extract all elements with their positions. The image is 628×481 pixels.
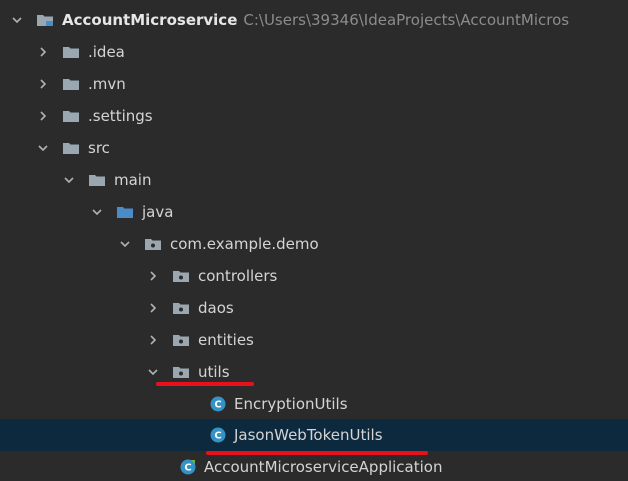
tree-row-settings[interactable]: .settings	[0, 100, 628, 132]
tree-label: .idea	[88, 43, 125, 61]
spring-boot-class-icon: C	[180, 459, 196, 475]
chevron-right-icon[interactable]	[146, 269, 160, 283]
tree-label: EncryptionUtils	[234, 395, 348, 413]
highlight-underline-jason-web-token-utils	[206, 451, 428, 455]
tree-row-jason-web-token-utils[interactable]: C JasonWebTokenUtils	[0, 419, 628, 451]
package-folder-icon	[173, 367, 189, 378]
tree-row-daos[interactable]: daos	[0, 292, 628, 324]
tree-row-entities[interactable]: entities	[0, 324, 628, 356]
package-folder-icon	[173, 303, 189, 314]
tree-label: JasonWebTokenUtils	[234, 426, 383, 444]
tree-label: com.example.demo	[170, 235, 319, 253]
tree-label: .settings	[88, 107, 153, 125]
svg-text:C: C	[214, 400, 221, 411]
tree-row-src[interactable]: src	[0, 132, 628, 164]
project-name: AccountMicroservice	[62, 11, 238, 29]
svg-text:C: C	[184, 463, 191, 474]
source-folder-icon	[117, 207, 133, 218]
folder-icon	[89, 175, 105, 186]
tree-row-main[interactable]: main	[0, 164, 628, 196]
highlight-underline-utils	[156, 382, 254, 386]
chevron-right-icon[interactable]	[36, 45, 50, 59]
chevron-right-icon[interactable]	[146, 301, 160, 315]
package-folder-icon	[145, 239, 161, 250]
tree-label: controllers	[198, 267, 278, 285]
tree-row-idea[interactable]: .idea	[0, 36, 628, 68]
project-tree: AccountMicroservice C:\Users\39346\IdeaP…	[0, 0, 628, 481]
chevron-down-icon[interactable]	[10, 13, 24, 27]
tree-row-application[interactable]: C AccountMicroserviceApplication	[0, 451, 628, 481]
chevron-right-icon[interactable]	[146, 333, 160, 347]
tree-label: .mvn	[88, 75, 126, 93]
tree-row-java[interactable]: java	[0, 196, 628, 228]
tree-row-encryption-utils[interactable]: C EncryptionUtils	[0, 388, 628, 420]
module-folder-icon	[37, 15, 53, 26]
chevron-down-icon[interactable]	[118, 237, 132, 251]
tree-row-utils[interactable]: utils	[0, 356, 628, 388]
chevron-right-icon[interactable]	[36, 77, 50, 91]
class-icon: C	[210, 427, 226, 443]
folder-icon	[63, 79, 79, 90]
tree-label: src	[88, 139, 110, 157]
tree-row-package[interactable]: com.example.demo	[0, 228, 628, 260]
package-folder-icon	[173, 271, 189, 282]
tree-label: utils	[198, 363, 230, 381]
folder-icon	[63, 47, 79, 58]
chevron-down-icon[interactable]	[146, 365, 160, 379]
tree-label: entities	[198, 331, 254, 349]
tree-label: java	[142, 203, 174, 221]
folder-icon	[63, 143, 79, 154]
chevron-down-icon[interactable]	[62, 173, 76, 187]
project-path: C:\Users\39346\IdeaProjects\AccountMicro…	[243, 11, 570, 29]
tree-row-project-root[interactable]: AccountMicroservice C:\Users\39346\IdeaP…	[0, 4, 628, 36]
package-folder-icon	[173, 335, 189, 346]
folder-icon	[63, 111, 79, 122]
chevron-down-icon[interactable]	[36, 141, 50, 155]
tree-label: main	[114, 171, 152, 189]
chevron-down-icon[interactable]	[90, 205, 104, 219]
tree-row-mvn[interactable]: .mvn	[0, 68, 628, 100]
tree-label: daos	[198, 299, 234, 317]
tree-label: AccountMicroserviceApplication	[204, 458, 443, 476]
class-icon: C	[210, 396, 226, 412]
tree-row-controllers[interactable]: controllers	[0, 260, 628, 292]
chevron-right-icon[interactable]	[36, 109, 50, 123]
svg-text:C: C	[214, 431, 221, 442]
